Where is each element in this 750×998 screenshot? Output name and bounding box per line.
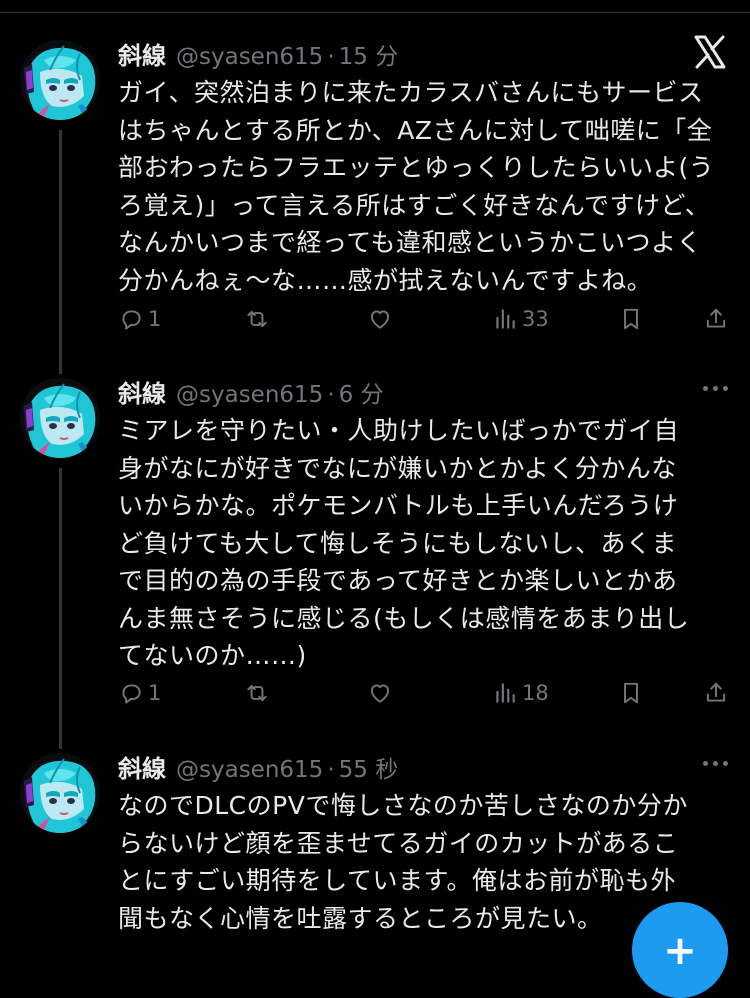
reply-count: 1 (148, 307, 162, 331)
tweet-text: なのでDLCのPVで悔しさなのか苦しさなのか分か らないけど顔を歪ませてるガイの… (118, 791, 688, 933)
reply-button[interactable]: 1 (118, 302, 161, 336)
views-icon (492, 306, 518, 332)
avatar-image (20, 378, 100, 458)
tweet[interactable]: 斜線 @syasen615 · 6 分 ミアレを守りたい・人助けしたいばっかでガ… (0, 374, 750, 749)
tweet-header: 斜線 @syasen615 · 15 分 (118, 36, 398, 70)
top-divider (0, 12, 750, 13)
separator-dot: · (327, 382, 335, 408)
handle[interactable]: @syasen615 (176, 757, 323, 783)
repost-icon (244, 680, 270, 706)
avatar[interactable] (20, 40, 100, 120)
like-icon (367, 306, 393, 332)
thread-line (59, 130, 62, 374)
avatar-image (20, 753, 100, 833)
bookmark-icon (618, 306, 644, 332)
view-count: 18 (522, 681, 549, 705)
share-button[interactable] (703, 676, 729, 710)
thread-line (59, 468, 62, 749)
tweet-text: ミアレを守りたい・人助けしたいばっかでガイ自 身がなにが好きでなにが嫌いかとかよ… (118, 416, 690, 670)
bookmark-button[interactable] (618, 302, 644, 336)
views-icon (492, 680, 518, 706)
timestamp[interactable]: 6 分 (339, 375, 384, 409)
share-icon (703, 306, 729, 332)
reply-count: 1 (148, 681, 162, 705)
views-button[interactable]: 33 (492, 302, 549, 336)
more-icon[interactable] (703, 761, 728, 766)
tweet-header: 斜線 @syasen615 · 55 秒 (118, 749, 398, 783)
display-name[interactable]: 斜線 (118, 749, 166, 784)
share-button[interactable] (703, 302, 729, 336)
repost-button[interactable] (244, 302, 270, 336)
avatar[interactable] (20, 753, 100, 833)
action-bar: 1 18 (118, 676, 733, 710)
share-icon (703, 680, 729, 706)
view-count: 33 (522, 307, 549, 331)
reply-icon (118, 680, 144, 706)
handle[interactable]: @syasen615 (176, 382, 323, 408)
like-button[interactable] (367, 676, 393, 710)
timestamp[interactable]: 55 秒 (339, 750, 399, 784)
tweet[interactable]: 斜線 @syasen615 · 55 秒 なのでDLCのPVで悔しさなのか苦しさ… (0, 749, 750, 948)
avatar[interactable] (20, 378, 100, 458)
action-bar: 1 33 (118, 302, 733, 336)
reply-icon (118, 306, 144, 332)
bookmark-button[interactable] (618, 676, 644, 710)
display-name[interactable]: 斜線 (118, 36, 166, 71)
tweet[interactable]: 斜線 @syasen615 · 15 分 ガイ、突然泊まりに来たカラスバさんにも… (0, 36, 750, 374)
handle[interactable]: @syasen615 (176, 44, 323, 70)
compose-button[interactable]: + (632, 902, 728, 998)
reply-button[interactable]: 1 (118, 676, 161, 710)
views-button[interactable]: 18 (492, 676, 549, 710)
compose-plus-icon: + (663, 928, 697, 974)
display-name[interactable]: 斜線 (118, 374, 166, 409)
tweet-text: ガイ、突然泊まりに来たカラスバさんにもサービス はちゃんとする所とか、AZさんに… (118, 78, 715, 295)
separator-dot: · (327, 757, 335, 783)
tweet-header: 斜線 @syasen615 · 6 分 (118, 374, 384, 408)
repost-button[interactable] (244, 676, 270, 710)
avatar-image (20, 40, 100, 120)
like-icon (367, 680, 393, 706)
timestamp[interactable]: 15 分 (339, 37, 399, 71)
repost-icon (244, 306, 270, 332)
more-icon[interactable] (703, 386, 728, 391)
like-button[interactable] (367, 302, 393, 336)
bookmark-icon (618, 680, 644, 706)
separator-dot: · (327, 44, 335, 70)
